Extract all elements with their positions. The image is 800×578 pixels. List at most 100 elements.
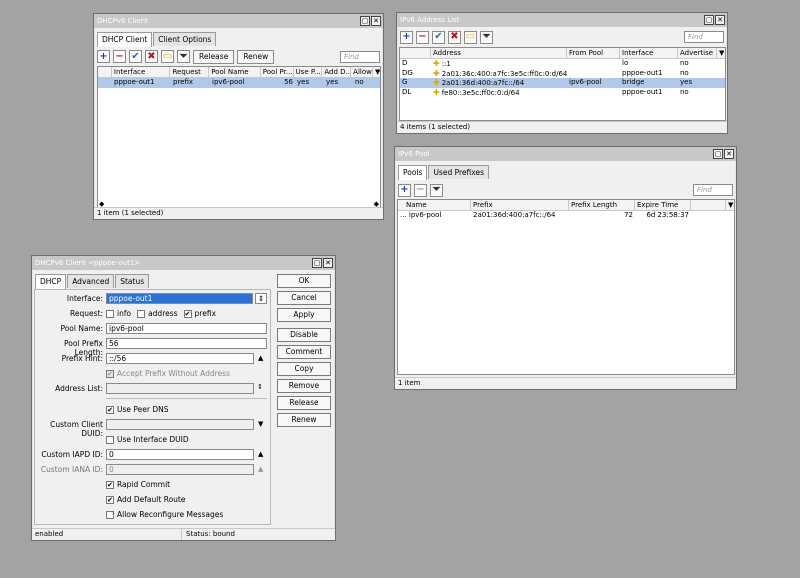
renew-button[interactable]: Renew bbox=[277, 413, 331, 427]
apply-button[interactable]: Apply bbox=[277, 308, 331, 322]
use-interface-duid-checkbox[interactable] bbox=[106, 435, 114, 444]
disable-x-icon[interactable]: ✖ bbox=[145, 50, 158, 63]
col-pool-prefix[interactable]: Pool Pr... bbox=[261, 67, 294, 77]
enable-check-icon[interactable]: ✔ bbox=[432, 30, 445, 44]
close-icon[interactable]: ✕ bbox=[323, 258, 333, 268]
disable-x-icon[interactable]: ✖ bbox=[448, 30, 461, 44]
use-peer-dns-checkbox[interactable]: ✔ bbox=[106, 405, 114, 414]
table-row[interactable]: ... ipv6-pool 2a01:36d:400:a7fc::/64 72 … bbox=[398, 211, 734, 221]
request-prefix-checkbox[interactable]: ✔ bbox=[183, 309, 192, 318]
prefix-hint-collapse-icon[interactable]: ▲ bbox=[258, 354, 263, 362]
renew-button[interactable]: Renew bbox=[237, 49, 275, 64]
disable-button[interactable]: Disable bbox=[277, 328, 331, 342]
add-icon[interactable]: + bbox=[398, 183, 411, 197]
col-flag[interactable] bbox=[400, 48, 431, 58]
restore-icon[interactable]: ▢ bbox=[704, 15, 714, 25]
remove-icon[interactable]: − bbox=[416, 30, 429, 44]
custom-iapd-id-collapse-icon[interactable]: ▲ bbox=[258, 450, 263, 458]
col-name[interactable]: Name bbox=[398, 200, 471, 210]
copy-button[interactable]: Copy bbox=[277, 362, 331, 376]
remove-button[interactable]: Remove bbox=[277, 379, 331, 393]
tab-client-options[interactable]: Client Options bbox=[153, 32, 217, 46]
filter-icon[interactable]: ⏷ bbox=[430, 183, 443, 197]
column-menu-icon[interactable]: ▼ bbox=[717, 48, 725, 58]
restore-icon[interactable]: ▢ bbox=[713, 149, 723, 159]
tab-dhcp[interactable]: DHCP bbox=[35, 274, 67, 289]
pool-prefix-length-input[interactable]: 56 bbox=[106, 338, 267, 349]
ipv6-pool-titlebar[interactable]: IPv6 Pool ▢ ✕ bbox=[395, 147, 736, 161]
table-row[interactable]: DG ✚ 2a01:36c:400:a7fc:3e5c:ff0c:0:d/64 p… bbox=[400, 69, 725, 79]
request-address-label: address bbox=[148, 309, 178, 318]
detail-titlebar[interactable]: DHCPv6 Client <pppoe-out1> ▢ ✕ bbox=[32, 256, 335, 270]
request-info-checkbox[interactable] bbox=[106, 309, 114, 318]
col-request[interactable]: Request bbox=[170, 67, 210, 77]
table-header: Name Prefix Prefix Length Expire Time ▼ bbox=[398, 200, 734, 211]
restore-icon[interactable]: ▢ bbox=[312, 258, 322, 268]
col-interface[interactable]: Interface bbox=[112, 67, 171, 77]
column-menu-icon[interactable]: ▼ bbox=[726, 200, 734, 210]
release-button[interactable]: Release bbox=[277, 396, 331, 410]
col-advertise[interactable]: Advertise bbox=[678, 48, 717, 58]
col-from-pool[interactable]: From Pool bbox=[567, 48, 620, 58]
col-flag[interactable] bbox=[98, 67, 112, 77]
table-row[interactable]: D ✚::1 lo no bbox=[400, 59, 725, 69]
custom-client-duid-input[interactable] bbox=[106, 419, 254, 430]
request-address-checkbox[interactable] bbox=[137, 309, 146, 318]
ipv6-address-list-titlebar[interactable]: IPv6 Address List ▢ ✕ bbox=[397, 13, 727, 27]
col-address[interactable]: Address bbox=[431, 48, 567, 58]
custom-client-duid-dropdown-icon[interactable]: ▼ bbox=[258, 420, 263, 428]
enable-check-icon[interactable]: ✔ bbox=[129, 50, 142, 63]
custom-iapd-id-input[interactable]: 0 bbox=[106, 449, 254, 460]
dhcpv6-client-titlebar[interactable]: DHCPv6 Client ▢ ✕ bbox=[94, 14, 383, 28]
address-list-input[interactable] bbox=[106, 383, 254, 394]
col-prefix-length[interactable]: Prefix Length bbox=[569, 200, 635, 210]
col-use-peer[interactable]: Use P... bbox=[294, 67, 323, 77]
col-add-default[interactable]: Add D... bbox=[322, 67, 352, 77]
rapid-commit-checkbox[interactable]: ✔ bbox=[106, 480, 114, 489]
interface-dropdown-icon[interactable]: ⇕ bbox=[255, 293, 267, 304]
comment-note-icon[interactable]: ▭ bbox=[464, 30, 477, 44]
comment-note-icon[interactable]: ▭ bbox=[161, 50, 174, 63]
tab-pools[interactable]: Pools bbox=[398, 165, 428, 180]
cancel-button[interactable]: Cancel bbox=[277, 291, 331, 305]
address-list-spin-icon[interactable]: ⇕ bbox=[257, 383, 263, 391]
col-allow[interactable]: Allow ... bbox=[351, 67, 374, 77]
filter-icon[interactable]: ⏷ bbox=[177, 50, 190, 63]
filter-icon[interactable]: ⏷ bbox=[480, 30, 493, 44]
custom-iana-id-collapse-icon[interactable]: ▲ bbox=[258, 465, 263, 473]
table-row[interactable]: G ✚ 2a01:36d:400:a7fc::/64 ipv6-pool brid… bbox=[400, 78, 725, 88]
close-icon[interactable]: ✕ bbox=[724, 149, 734, 159]
comment-button[interactable]: Comment bbox=[277, 345, 331, 359]
add-default-route-checkbox[interactable]: ✔ bbox=[106, 495, 114, 504]
tab-used-prefixes[interactable]: Used Prefixes bbox=[428, 165, 489, 179]
table-row[interactable]: DL ✚ fe80::3e5c:ff0c:0:d/64 pppoe-out1 no bbox=[400, 88, 725, 98]
pool-name-input[interactable]: ipv6-pool bbox=[106, 323, 267, 334]
close-icon[interactable]: ✕ bbox=[371, 16, 381, 26]
tab-status[interactable]: Status bbox=[115, 274, 150, 288]
prefix-hint-input[interactable]: ::/56 bbox=[106, 353, 254, 364]
tab-advanced[interactable]: Advanced bbox=[67, 274, 115, 288]
remove-icon[interactable]: − bbox=[414, 183, 427, 197]
release-button[interactable]: Release bbox=[193, 49, 235, 64]
accept-prefix-checkbox[interactable]: ✔ bbox=[106, 369, 114, 378]
add-icon[interactable]: + bbox=[97, 50, 110, 63]
col-prefix[interactable]: Prefix bbox=[471, 200, 569, 210]
col-pool-name[interactable]: Pool Name bbox=[209, 67, 261, 77]
find-input[interactable]: Find bbox=[684, 31, 724, 43]
restore-icon[interactable]: ▢ bbox=[360, 16, 370, 26]
column-menu-icon[interactable]: ▼ bbox=[373, 67, 380, 77]
table-row[interactable]: pppoe-out1 prefix ipv6-pool 56 yes yes n… bbox=[98, 78, 380, 88]
add-icon[interactable]: + bbox=[400, 30, 413, 44]
find-input[interactable]: Find bbox=[340, 50, 380, 63]
col-interface[interactable]: Interface bbox=[620, 48, 678, 58]
interface-select[interactable]: pppoe-out1 bbox=[106, 293, 253, 304]
tab-dhcp-client[interactable]: DHCP Client bbox=[97, 32, 153, 47]
custom-iana-id-input[interactable]: 0 bbox=[106, 464, 254, 475]
find-input[interactable]: Find bbox=[693, 184, 733, 196]
table-header: Interface Request Pool Name Pool Pr... U… bbox=[98, 67, 380, 78]
col-expire-time[interactable]: Expire Time bbox=[635, 200, 691, 210]
close-icon[interactable]: ✕ bbox=[715, 15, 725, 25]
allow-reconfigure-checkbox[interactable] bbox=[106, 510, 114, 519]
remove-icon[interactable]: − bbox=[113, 50, 126, 63]
ok-button[interactable]: OK bbox=[277, 274, 331, 288]
